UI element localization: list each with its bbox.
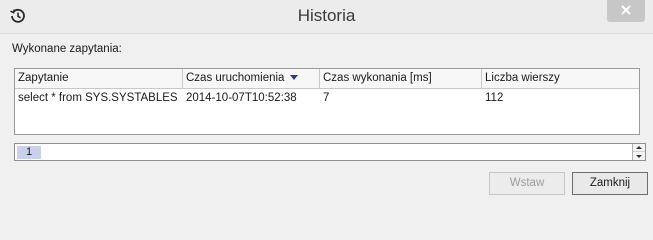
sort-descending-icon [290, 75, 299, 81]
close-icon [620, 4, 632, 19]
column-header-label: Zapytanie [18, 72, 69, 84]
cell-row-count: 112 [485, 92, 504, 104]
table-row[interactable]: select * from SYS.SYSTABLES 2014-10-07T1… [15, 90, 639, 106]
cell-query: select * from SYS.SYSTABLES [18, 92, 178, 104]
column-header-label: Liczba wierszy [485, 72, 560, 84]
window-title: Historia [297, 6, 356, 25]
chevron-down-icon [636, 154, 642, 158]
stepper-down-button[interactable] [633, 152, 645, 160]
cell-start-time: 2014-10-07T10:52:38 [186, 92, 297, 104]
column-header-label: Czas wykonania [ms] [323, 72, 432, 84]
cell-execution-time: 7 [323, 92, 330, 104]
stepper-up-button[interactable] [633, 144, 645, 152]
query-history-table[interactable]: Zapytanie Czas uruchomienia Czas wykonan… [14, 68, 640, 135]
stepper-value[interactable]: 1 [17, 146, 41, 159]
column-header-execution-time[interactable]: Czas wykonania [ms] [320, 69, 482, 89]
insert-button[interactable]: Wstaw [489, 172, 565, 195]
column-header-query[interactable]: Zapytanie [15, 69, 183, 89]
table-header: Zapytanie Czas uruchomienia Czas wykonan… [15, 69, 639, 89]
close-button[interactable]: Zamknij [572, 172, 648, 195]
column-header-start-time[interactable]: Czas uruchomienia [183, 69, 320, 89]
close-window-button[interactable] [607, 0, 645, 22]
title-bar: Historia [0, 0, 653, 34]
chevron-up-icon [636, 146, 642, 149]
column-header-row-count[interactable]: Liczba wierszy [482, 69, 639, 89]
page-stepper[interactable]: 1 [14, 143, 646, 161]
column-header-label: Czas uruchomienia [186, 72, 285, 84]
section-label: Wykonane zapytania: [12, 43, 122, 55]
stepper-spin-buttons [632, 144, 645, 160]
